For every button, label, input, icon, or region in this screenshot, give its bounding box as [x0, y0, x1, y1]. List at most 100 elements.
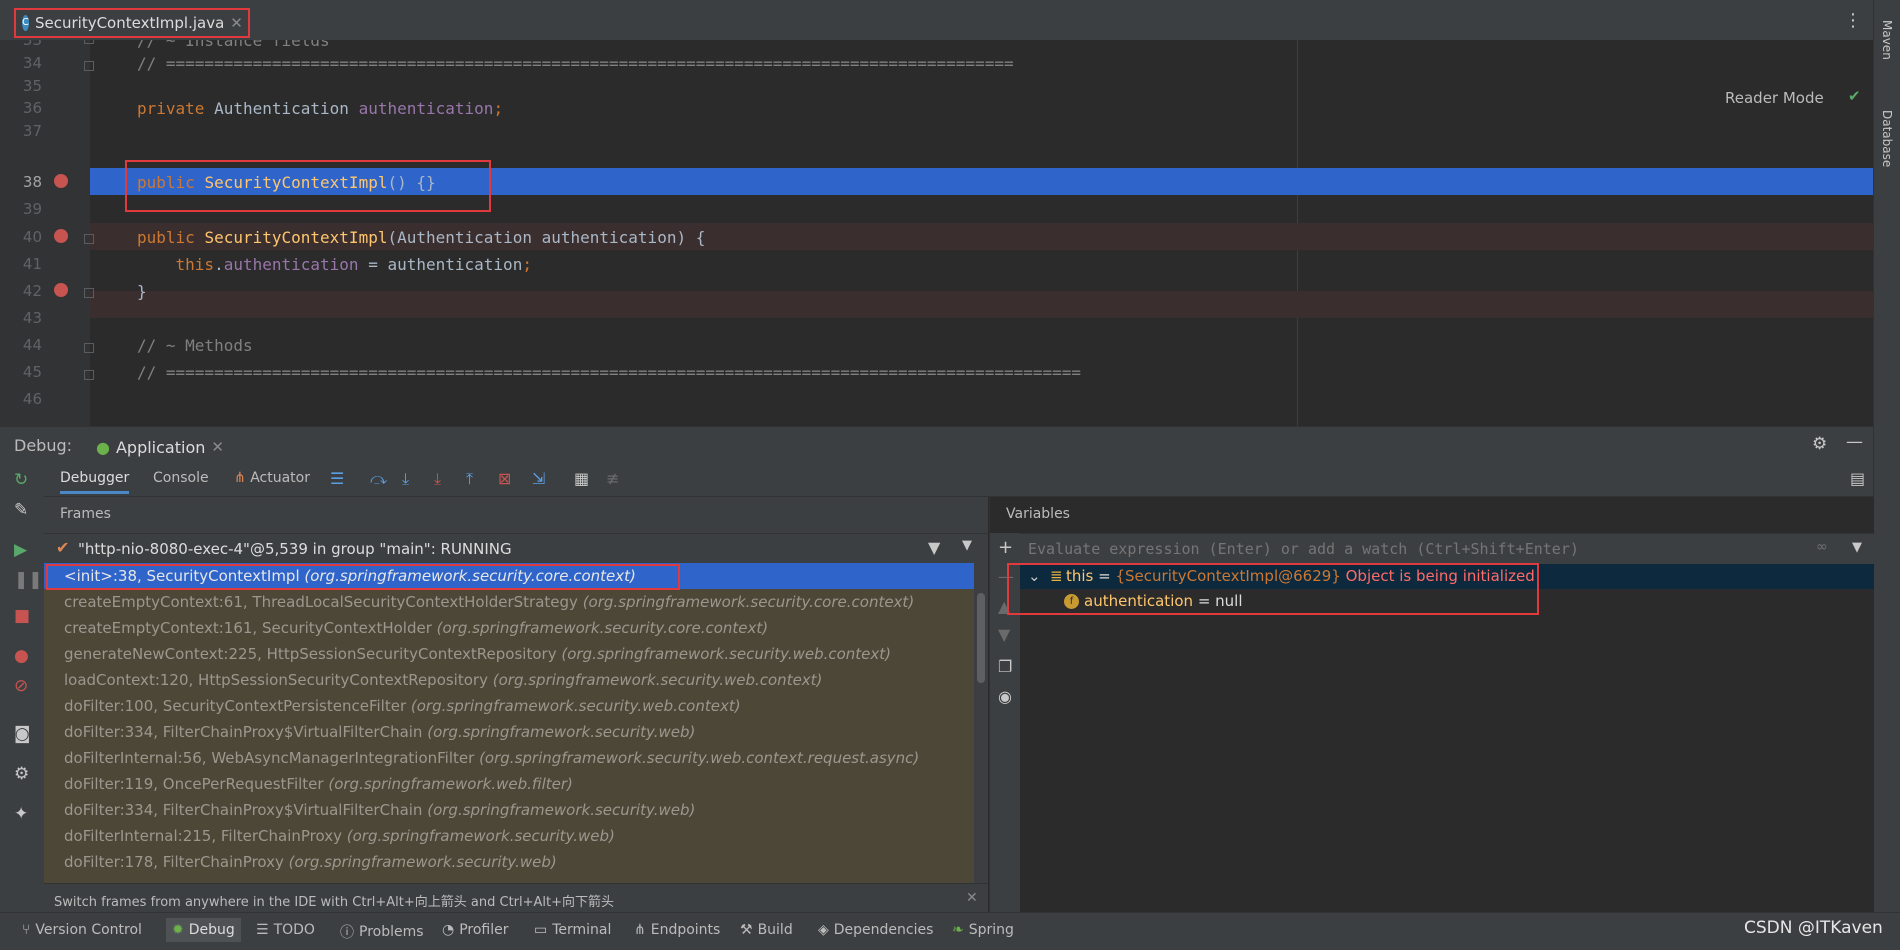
- todo-button[interactable]: ☰ TODO: [256, 922, 315, 938]
- frame-item[interactable]: createEmptyContext:161, SecurityContextH…: [44, 615, 974, 641]
- fold-icon[interactable]: [84, 234, 94, 244]
- tab-debugger[interactable]: Debugger: [60, 470, 130, 494]
- wrench-icon[interactable]: ✎: [14, 500, 28, 520]
- frame-item[interactable]: doFilter:100, SecurityContextPersistence…: [44, 693, 974, 719]
- run-to-cursor-icon[interactable]: ⇲: [532, 469, 545, 488]
- step-out-icon[interactable]: ⤒: [466, 469, 473, 489]
- mute-breakpoints-icon[interactable]: ⊘: [14, 676, 28, 696]
- thread-check-icon: ✔: [56, 538, 70, 557]
- camera-icon[interactable]: ◙: [14, 724, 31, 744]
- layers-icon: ◈: [818, 922, 829, 938]
- frame-item[interactable]: doFilterInternal:215, FilterChainProxy (…: [44, 823, 974, 849]
- frames-scrollbar[interactable]: [976, 563, 986, 883]
- frame-item[interactable]: generateNewContext:225, HttpSessionSecur…: [44, 641, 974, 667]
- copy-icon[interactable]: ❐: [998, 657, 1012, 676]
- add-watch-icon[interactable]: +: [998, 537, 1013, 558]
- frame-method: doFilter:119, OncePerRequestFilter: [64, 775, 324, 793]
- problems-button[interactable]: ⓘ Problems: [340, 922, 424, 942]
- pause-icon[interactable]: ❚❚: [14, 570, 43, 590]
- frame-item[interactable]: doFilter:334, FilterChainProxy$VirtualFi…: [44, 797, 974, 823]
- drop-frame-icon[interactable]: ⊠: [498, 469, 511, 488]
- tab-console[interactable]: Console: [153, 470, 209, 486]
- file-tab[interactable]: C SecurityContextImpl.java ✕: [14, 8, 250, 38]
- spring-button[interactable]: ❧ Spring: [952, 922, 1014, 938]
- step-into-icon[interactable]: ⤓: [402, 469, 409, 489]
- frame-item[interactable]: createEmptyContext:61, ThreadLocalSecuri…: [44, 589, 974, 615]
- fold-icon[interactable]: [84, 40, 94, 44]
- close-icon[interactable]: ✕: [211, 438, 224, 456]
- evaluate-expression-input[interactable]: [1020, 534, 1830, 564]
- frame-item[interactable]: doFilter:119, OncePerRequestFilter (org.…: [44, 771, 974, 797]
- frame-item[interactable]: loadContext:120, HttpSessionSecurityCont…: [44, 667, 974, 693]
- actuator-label: Actuator: [250, 470, 310, 486]
- line-number: 35: [22, 77, 42, 95]
- evaluate-expression-icon[interactable]: ▦: [574, 469, 589, 488]
- fold-icon[interactable]: [84, 288, 94, 298]
- step-over-icon[interactable]: ⤼: [370, 469, 387, 489]
- minimize-icon[interactable]: —: [1846, 432, 1863, 452]
- list-icon: ☰: [256, 922, 269, 938]
- frame-item[interactable]: doFilter:334, FilterChainProxy$VirtualFi…: [44, 719, 974, 745]
- frame-method: createEmptyContext:61, ThreadLocalSecuri…: [64, 593, 578, 611]
- fold-icon[interactable]: [84, 61, 94, 71]
- show-execution-point-icon[interactable]: ☰: [330, 469, 344, 488]
- move-down-icon[interactable]: ▼: [998, 625, 1010, 644]
- fold-icon[interactable]: [84, 370, 94, 380]
- line-number: 42: [22, 282, 42, 300]
- endpoints-button[interactable]: ⋔ Endpoints: [634, 922, 720, 938]
- chevron-down-icon[interactable]: ▼: [1852, 540, 1862, 555]
- close-icon[interactable]: ✕: [230, 14, 243, 32]
- thread-selector[interactable]: ✔ "http-nio-8080-exec-4"@5,539 in group …: [44, 533, 988, 564]
- status-label: TODO: [273, 922, 315, 938]
- build-button[interactable]: ⚒ Build: [740, 922, 793, 938]
- pin-icon[interactable]: ✦: [14, 804, 28, 824]
- maven-tool-button[interactable]: Maven: [1880, 20, 1894, 60]
- dependencies-button[interactable]: ◈ Dependencies: [818, 922, 933, 938]
- frame-item[interactable]: doFilterInternal:56, WebAsyncManagerInte…: [44, 745, 974, 771]
- stop-icon[interactable]: ■: [14, 606, 30, 626]
- breakpoint-icon[interactable]: [54, 174, 68, 188]
- gear-icon[interactable]: ⚙: [1812, 434, 1827, 454]
- reader-mode-button[interactable]: Reader Mode: [1725, 89, 1824, 107]
- status-label: Version Control: [35, 922, 142, 938]
- code-line: // =====================================…: [137, 54, 1014, 73]
- more-options-icon[interactable]: ⋮: [1844, 10, 1862, 31]
- frame-package: (org.springframework.security.web.contex…: [410, 697, 741, 715]
- layout-icon[interactable]: ▤: [1850, 469, 1865, 488]
- scrollbar-thumb[interactable]: [977, 593, 985, 683]
- branch-icon: ⑂: [22, 922, 31, 938]
- status-label: Problems: [359, 924, 424, 940]
- tab-actuator[interactable]: ⋔ Actuator: [234, 470, 310, 486]
- frame-package: (org.springframework.security.web): [346, 827, 615, 845]
- settings-icon[interactable]: ⚙: [14, 764, 29, 784]
- terminal-button[interactable]: ▭ Terminal: [534, 922, 611, 938]
- profiler-button[interactable]: ◔ Profiler: [442, 922, 509, 938]
- frames-list: <init>:38, SecurityContextImpl (org.spri…: [44, 563, 974, 883]
- session-label: Application: [115, 437, 206, 457]
- filter-icon[interactable]: ▼: [928, 538, 940, 557]
- close-icon[interactable]: ✕: [966, 890, 978, 906]
- line-number: 40: [22, 228, 42, 246]
- code-editor[interactable]: 33 34 35 36 37 38 39 40 41 42 43 44 45 4…: [0, 40, 1873, 426]
- line-number: 38: [22, 173, 42, 191]
- frame-item[interactable]: doFilter:178, FilterChainProxy (org.spri…: [44, 849, 974, 875]
- line-number: 45: [22, 363, 42, 381]
- version-control-button[interactable]: ⑂ Version Control: [22, 922, 142, 938]
- frame-package: (org.springframework.security.core.conte…: [436, 619, 769, 637]
- fold-icon[interactable]: [84, 343, 94, 353]
- force-step-into-icon[interactable]: ⤓: [434, 469, 441, 489]
- rerun-icon[interactable]: ↻: [14, 470, 28, 490]
- status-label: Debug: [188, 922, 235, 938]
- right-tool-strip: Maven Database: [1873, 0, 1900, 920]
- debug-button[interactable]: ✹ Debug: [166, 918, 241, 942]
- glasses-icon[interactable]: ∞: [1816, 539, 1828, 555]
- database-tool-button[interactable]: Database: [1880, 110, 1894, 167]
- eye-icon[interactable]: ◉: [998, 687, 1012, 706]
- view-breakpoints-icon[interactable]: ●: [14, 646, 29, 666]
- frame-package: (org.springframework.security.web.contex…: [492, 671, 823, 689]
- trace-stream-icon[interactable]: ≢: [606, 469, 619, 488]
- breakpoint-icon[interactable]: [54, 283, 68, 297]
- breakpoint-icon[interactable]: [54, 229, 68, 243]
- chevron-down-icon[interactable]: ▼: [962, 538, 972, 553]
- resume-icon[interactable]: ▶: [14, 540, 27, 560]
